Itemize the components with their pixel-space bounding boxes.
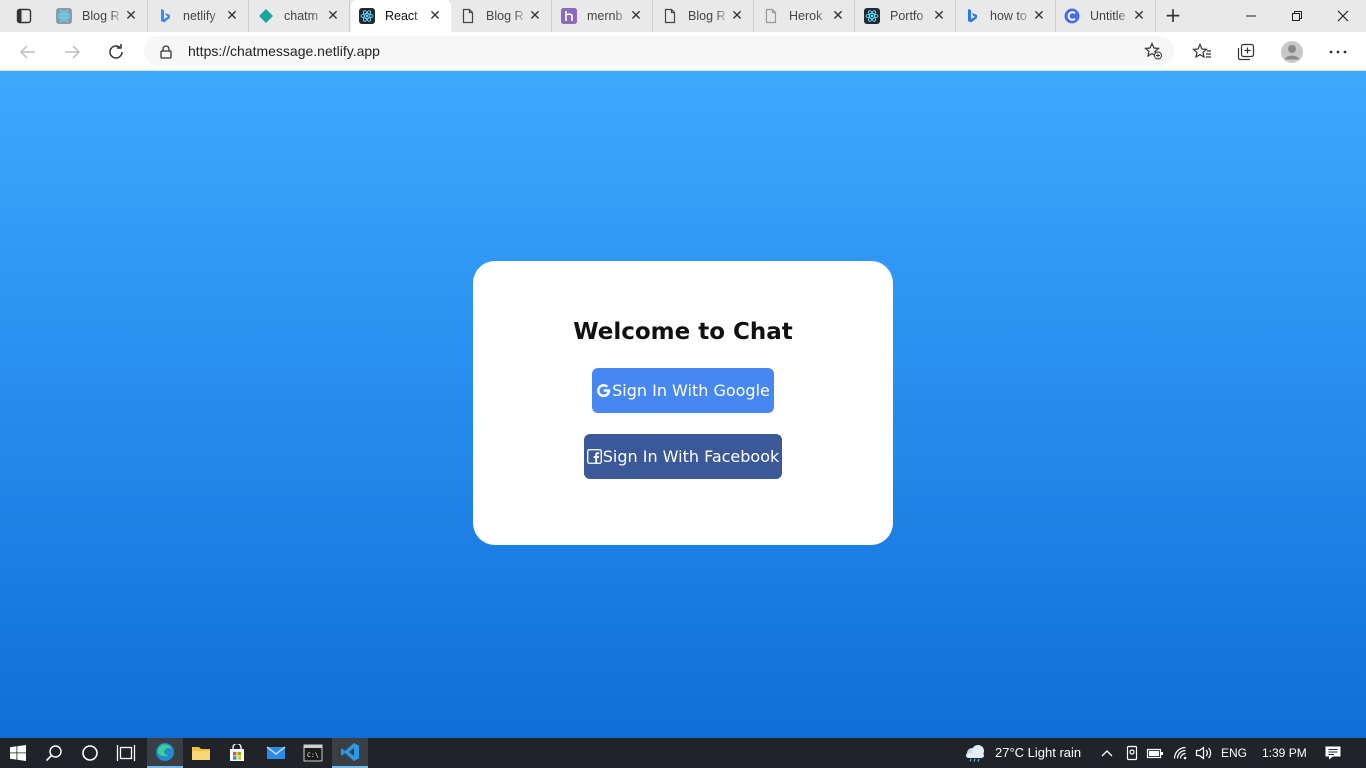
browser-tab[interactable]: netlify ✕	[149, 0, 249, 32]
microsoft-store-icon[interactable]	[219, 738, 255, 768]
page-background: Welcome to Chat Sign In With Google Sign…	[0, 71, 1366, 738]
close-tab-icon[interactable]: ✕	[931, 8, 947, 24]
volume-icon[interactable]	[1193, 738, 1215, 768]
page-icon	[460, 8, 476, 24]
svg-text:C:\: C:\	[307, 751, 319, 759]
refresh-button[interactable]	[102, 38, 130, 66]
windows-start-icon[interactable]	[0, 738, 36, 768]
react-icon	[359, 8, 375, 24]
facebook-icon	[586, 449, 602, 464]
browser-tab[interactable]: how to ✕	[956, 0, 1056, 32]
facebook-button-label: Sign In With Facebook	[602, 447, 780, 466]
tab-title: Portfo	[890, 9, 924, 23]
collections-icon[interactable]	[1232, 38, 1260, 66]
tab-title: Blog R	[82, 9, 120, 23]
tab-title: Blog R	[688, 9, 726, 23]
restore-button[interactable]	[1274, 0, 1320, 32]
new-tab-button[interactable]: +	[1162, 5, 1184, 27]
netlify-icon	[258, 8, 274, 24]
react-icon	[56, 8, 72, 24]
notifications-icon[interactable]	[1318, 738, 1348, 768]
weather-text[interactable]: 27°C Light rain	[995, 745, 1081, 760]
close-tab-icon[interactable]: ✕	[427, 8, 443, 24]
vscode-icon[interactable]	[332, 738, 368, 768]
favorites-icon[interactable]	[1188, 38, 1216, 66]
language-indicator[interactable]: ENG	[1221, 746, 1247, 760]
mail-icon[interactable]	[258, 738, 294, 768]
tab-strip: Blog R ✕ netlify ✕ chatm ✕ React ✕ Blog R ✕ mernb ✕…	[0, 0, 1366, 32]
close-tab-icon[interactable]: ✕	[628, 8, 644, 24]
close-window-button[interactable]	[1320, 0, 1366, 32]
file-explorer-icon[interactable]	[183, 738, 219, 768]
page-icon	[763, 8, 779, 24]
tab-title: Untitle	[1090, 9, 1126, 23]
browser-tab[interactable]: React ✕	[351, 0, 451, 32]
close-tab-icon[interactable]: ✕	[123, 8, 139, 24]
google-icon	[596, 383, 611, 398]
bing-icon	[157, 8, 173, 24]
tab-title: Herok	[789, 9, 823, 23]
close-tab-icon[interactable]: ✕	[830, 8, 846, 24]
tab-title: how to	[990, 9, 1027, 23]
show-hidden-icons[interactable]	[1097, 738, 1117, 768]
tab-actions-icon[interactable]	[10, 7, 38, 25]
wifi-icon[interactable]	[1170, 738, 1192, 768]
meet-now-icon[interactable]	[1122, 738, 1142, 768]
tab-title: mernb	[587, 9, 623, 23]
edge-taskbar-icon[interactable]	[147, 738, 183, 768]
add-favorite-icon[interactable]	[1144, 42, 1162, 64]
browser-tab[interactable]: chatm ✕	[250, 0, 350, 32]
weather-icon[interactable]	[958, 738, 992, 768]
tab-title: React	[385, 9, 418, 23]
clock[interactable]: 1:39 PM	[1262, 746, 1307, 760]
codepen-icon	[1064, 8, 1080, 24]
url-text[interactable]: https://chatmessage.netlify.app	[188, 43, 380, 59]
taskbar: C:\ 27°C Light rain ENG 1:39 PM	[0, 738, 1366, 768]
close-tab-icon[interactable]: ✕	[527, 8, 543, 24]
page-title: Welcome to Chat	[573, 319, 793, 345]
facebook-sign-in-button[interactable]: Sign In With Facebook	[584, 434, 782, 479]
react-icon	[864, 8, 880, 24]
lock-icon[interactable]	[160, 44, 172, 63]
settings-more-icon[interactable]	[1324, 38, 1352, 66]
search-icon[interactable]	[36, 738, 72, 768]
page-icon	[662, 8, 678, 24]
close-tab-icon[interactable]: ✕	[729, 8, 745, 24]
back-button[interactable]	[14, 38, 42, 66]
close-tab-icon[interactable]: ✕	[224, 8, 240, 24]
heroku-icon	[561, 8, 577, 24]
tab-title: netlify	[183, 9, 216, 23]
bing-icon	[964, 8, 980, 24]
browser-tab[interactable]: Blog R ✕	[452, 0, 552, 32]
close-tab-icon[interactable]: ✕	[1131, 8, 1147, 24]
browser-tab[interactable]: Blog R ✕	[48, 0, 148, 32]
browser-toolbar: https://chatmessage.netlify.app	[0, 32, 1366, 71]
browser-tab[interactable]: mernb ✕	[553, 0, 653, 32]
address-bar[interactable]: https://chatmessage.netlify.app	[144, 36, 1174, 66]
minimize-button[interactable]	[1228, 0, 1274, 32]
forward-button[interactable]	[58, 38, 86, 66]
profile-avatar[interactable]	[1278, 38, 1306, 66]
tab-title: chatm	[284, 9, 319, 23]
google-button-label: Sign In With Google	[612, 381, 770, 400]
task-view-icon[interactable]	[108, 738, 144, 768]
browser-tab[interactable]: Blog R ✕	[654, 0, 754, 32]
tab-title: Blog R	[486, 9, 524, 23]
close-tab-icon[interactable]: ✕	[1031, 8, 1047, 24]
browser-tab[interactable]: Portfo ✕	[856, 0, 956, 32]
battery-icon[interactable]	[1144, 738, 1166, 768]
browser-tab[interactable]: Untitle ✕	[1056, 0, 1156, 32]
login-card: Welcome to Chat Sign In With Google Sign…	[473, 261, 893, 545]
browser-tab[interactable]: Herok ✕	[755, 0, 855, 32]
cortana-icon[interactable]	[72, 738, 108, 768]
google-sign-in-button[interactable]: Sign In With Google	[592, 368, 774, 413]
command-prompt-icon[interactable]: C:\	[295, 738, 331, 768]
close-tab-icon[interactable]: ✕	[325, 8, 341, 24]
